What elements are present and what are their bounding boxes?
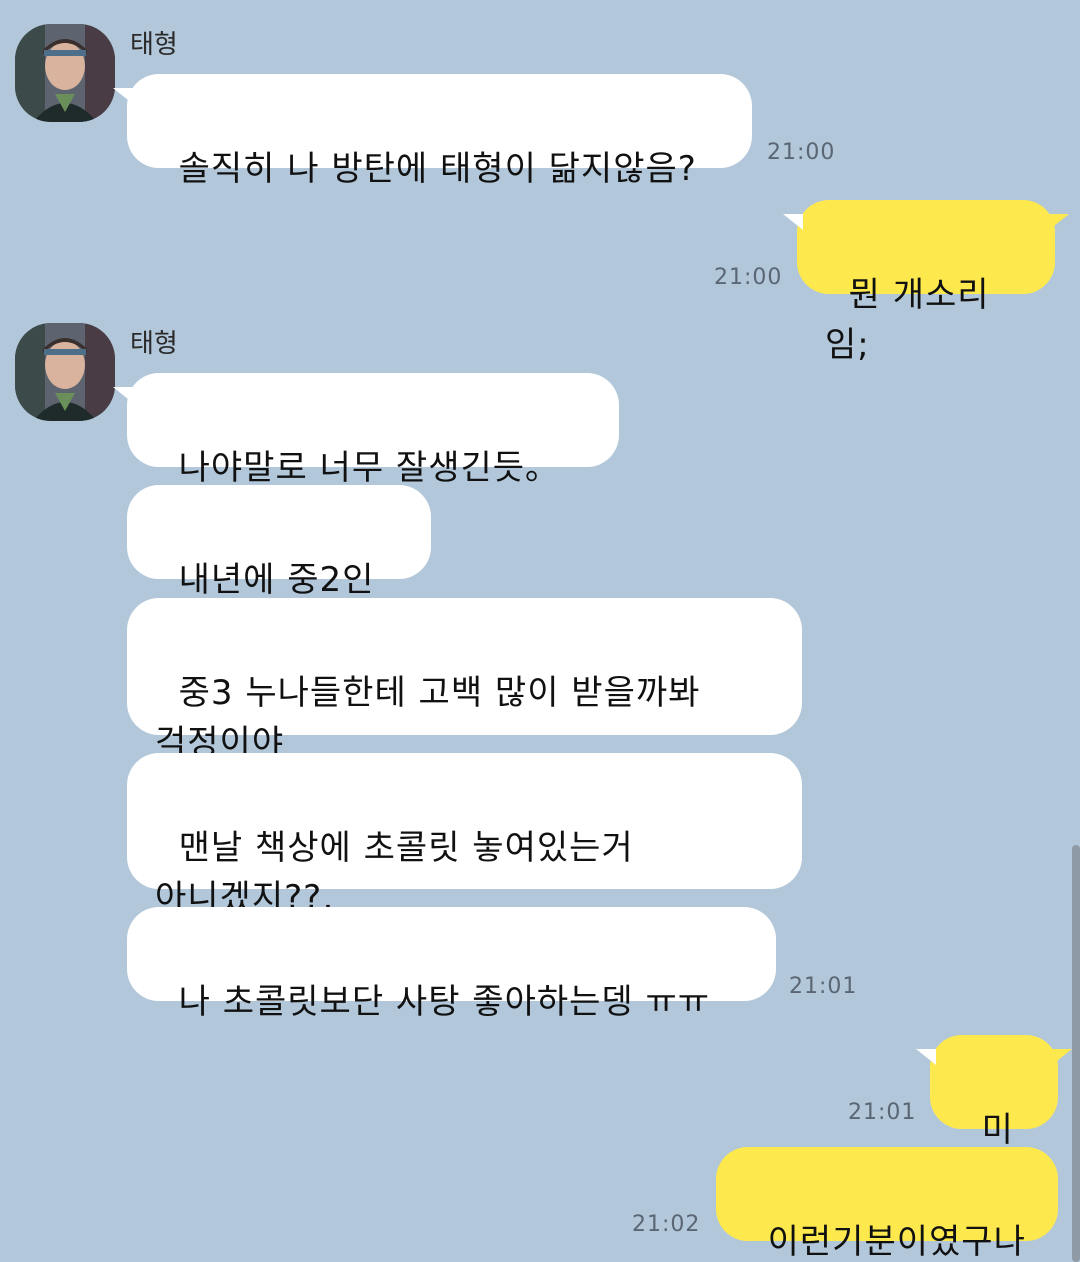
message-time: 21:01	[789, 974, 858, 999]
message-bubble-received[interactable]: 맨날 책상에 초콜릿 놓여있는거 아니겠지??,	[127, 753, 802, 918]
message-bubble-received[interactable]: 나 초콜릿보단 사탕 좋아하는뎅 ㅠㅠ	[127, 907, 776, 1022]
sender-name: 태형	[130, 30, 178, 60]
message-bubble-received[interactable]: 중3 누나들한테 고백 많이 받을까봐 걱정이야	[127, 598, 802, 763]
message-bubble-received[interactable]: 내년에 중2인데	[127, 485, 431, 650]
message-time: 21:02	[632, 1212, 701, 1237]
message-time: 21:00	[767, 140, 836, 165]
message-bubble-received[interactable]: 솔직히 나 방탄에 태형이 닮지않음?	[113, 74, 752, 189]
message-time: 21:01	[848, 1100, 917, 1125]
message-text: 뭔 개소리임;	[825, 275, 990, 365]
message-text: 나 초콜릿보단 사탕 좋아하는뎅 ㅠㅠ	[178, 982, 711, 1022]
message-bubble-sent[interactable]: 미안	[916, 1035, 1072, 1200]
message-bubble-sent[interactable]: 이런기분이였구나	[716, 1147, 1058, 1262]
message-text: 맨날 책상에 초콜릿 놓여있는거 아니겠지??,	[155, 828, 634, 918]
contact-avatar[interactable]	[15, 323, 115, 421]
message-text: 솔직히 나 방탄에 태형이 닮지않음?	[178, 149, 697, 189]
scrollbar[interactable]	[1072, 845, 1080, 1262]
message-bubble-sent[interactable]: 뭔 개소리임;	[783, 200, 1069, 365]
message-text: 중3 누나들한테 고백 많이 받을까봐 걱정이야	[155, 673, 701, 763]
contact-avatar[interactable]	[15, 24, 115, 122]
message-bubble-received[interactable]: 나야말로 너무 잘생긴듯。ㅋ	[113, 373, 619, 538]
avatar-image	[15, 323, 115, 421]
avatar-image	[15, 24, 115, 122]
message-time: 21:00	[714, 265, 783, 290]
sender-name: 태형	[130, 329, 178, 359]
message-text: 이런기분이였구나	[767, 1222, 1026, 1262]
